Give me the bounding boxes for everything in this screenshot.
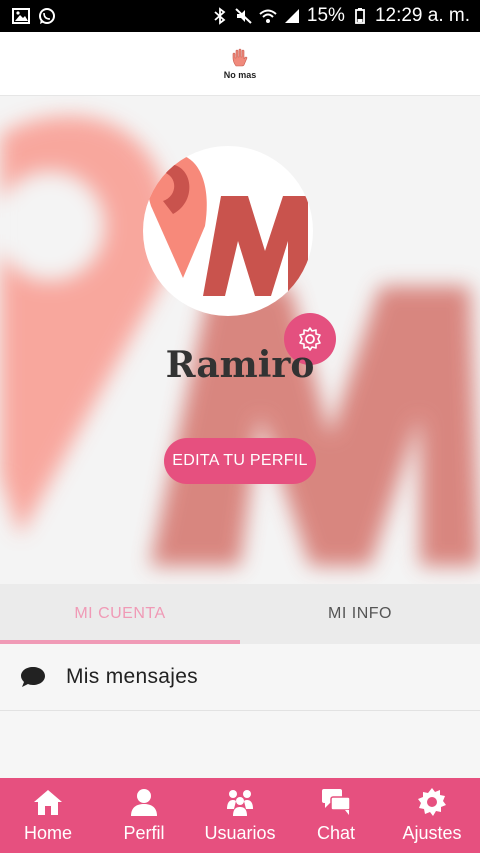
profile-tabs: MI CUENTA MI INFO [0,584,480,644]
menu-item-label: Mis mensajes [66,665,198,688]
edit-profile-button[interactable]: EDITA TU PERFIL [164,438,316,484]
users-icon [225,787,255,817]
tab-mi-info[interactable]: MI INFO [240,584,480,644]
nav-ajustes[interactable]: Ajustes [384,778,480,853]
menu-item-mis-mensajes[interactable]: Mis mensajes [0,644,480,711]
app-title: No mas [223,69,257,80]
profile-hero: Ramiro EDITA TU PERFIL [0,96,480,584]
status-time: 12:29 a. m. [374,5,470,26]
profile-avatar[interactable] [143,146,337,365]
wifi-icon [259,7,277,25]
nav-home-label: Home [23,823,72,843]
hand-icon [232,48,248,66]
chat-bubble-icon [20,665,46,689]
image-icon [12,7,30,25]
app-header: No mas [0,32,480,96]
bottom-nav: Home Perfil Usuarios Chat Ajustes [0,778,480,853]
profile-name: Ramiro [165,344,315,386]
chat-icon [321,787,351,817]
gear-icon [417,787,447,817]
nav-usuarios[interactable]: Usuarios [192,778,288,853]
nav-ajustes-label: Ajustes [402,823,462,843]
nav-chat[interactable]: Chat [288,778,384,853]
nav-perfil-label: Perfil [123,823,165,843]
avatar-logo [143,146,313,316]
battery-icon [351,7,369,25]
signal-icon [283,7,301,25]
tab-mi-cuenta[interactable]: MI CUENTA [0,584,240,644]
mute-icon [235,7,253,25]
battery-percent: 15% [306,5,345,26]
bluetooth-icon [211,7,229,25]
nav-usuarios-label: Usuarios [204,823,276,843]
home-icon [33,787,63,817]
person-icon [129,787,159,817]
status-bar: 15% 12:29 a. m. [0,0,480,32]
whatsapp-icon [38,7,56,25]
nav-perfil[interactable]: Perfil [96,778,192,853]
nav-home[interactable]: Home [0,778,96,853]
nav-chat-label: Chat [316,823,356,843]
